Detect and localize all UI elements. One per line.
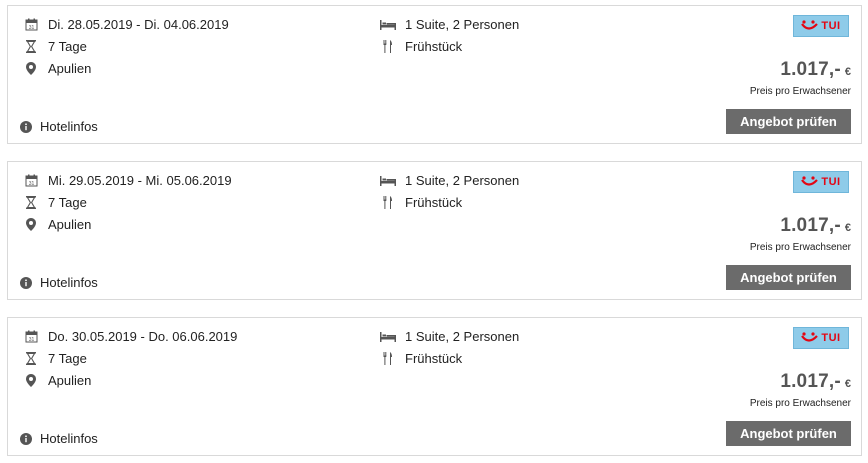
logo-text: TUI	[821, 176, 841, 188]
bed-icon	[380, 174, 396, 188]
svg-text:31: 31	[28, 181, 34, 187]
svg-text:31: 31	[28, 337, 34, 343]
price: 1.017,- €	[780, 215, 851, 237]
date-range: Do. 30.05.2019 - Do. 06.06.2019	[48, 329, 238, 344]
location-row: Apulien	[24, 217, 91, 232]
room: 1 Suite, 2 Personen	[405, 173, 520, 188]
svg-text:31: 31	[28, 25, 34, 31]
room-row: 1 Suite, 2 Personen	[380, 329, 519, 344]
cutlery-icon	[380, 40, 396, 54]
price-note: Preis pro Erwachsener	[749, 398, 851, 409]
hotelinfos-link[interactable]: Hotelinfos	[20, 431, 98, 446]
hotelinfos-link[interactable]: Hotelinfos	[20, 119, 98, 134]
calendar-icon: 31	[24, 18, 38, 32]
price-amount: 1.017,-	[780, 215, 841, 236]
location: Apulien	[48, 217, 92, 232]
map-pin-icon	[24, 218, 38, 232]
tui-logo: TUI	[793, 327, 849, 349]
hourglass-icon	[24, 352, 38, 366]
room: 1 Suite, 2 Personen	[405, 17, 520, 32]
duration-row: 7 Tage	[24, 351, 87, 366]
duration-row: 7 Tage	[24, 195, 87, 210]
bed-icon	[380, 18, 396, 32]
tui-logo: TUI	[793, 15, 849, 37]
date-range: Mi. 29.05.2019 - Mi. 05.06.2019	[48, 173, 232, 188]
duration-row: 7 Tage	[24, 39, 87, 54]
check-offer-button[interactable]: Angebot prüfen	[726, 109, 851, 134]
price-note: Preis pro Erwachsener	[749, 242, 851, 253]
duration: 7 Tage	[48, 351, 87, 366]
price-amount: 1.017,-	[780, 59, 841, 80]
price-note: Preis pro Erwachsener	[749, 86, 851, 97]
map-pin-icon	[24, 374, 38, 388]
price: 1.017,- €	[780, 59, 851, 81]
calendar-icon: 31	[24, 330, 38, 344]
hourglass-icon	[24, 40, 38, 54]
room: 1 Suite, 2 Personen	[405, 329, 520, 344]
location: Apulien	[48, 61, 92, 76]
location-row: Apulien	[24, 373, 91, 388]
board: Frühstück	[405, 195, 463, 210]
info-icon	[20, 120, 32, 133]
logo-text: TUI	[821, 20, 841, 32]
price-amount: 1.017,-	[780, 371, 841, 392]
hotelinfos-label: Hotelinfos	[40, 119, 98, 134]
check-offer-button[interactable]: Angebot prüfen	[726, 421, 851, 446]
tui-logo: TUI	[793, 171, 849, 193]
price-currency: €	[844, 378, 851, 390]
board-row: Frühstück	[380, 351, 462, 366]
price-currency: €	[844, 66, 851, 78]
date-range-row: 31 Di. 28.05.2019 - Di. 04.06.2019	[24, 17, 229, 32]
location-row: Apulien	[24, 61, 91, 76]
date-range-row: 31 Mi. 29.05.2019 - Mi. 05.06.2019	[24, 173, 232, 188]
bed-icon	[380, 330, 396, 344]
hourglass-icon	[24, 196, 38, 210]
offer-card: 31 Do. 30.05.2019 - Do. 06.06.2019 7 Tag…	[7, 317, 862, 456]
logo-text: TUI	[821, 332, 841, 344]
duration: 7 Tage	[48, 39, 87, 54]
check-offer-button[interactable]: Angebot prüfen	[726, 265, 851, 290]
hotelinfos-label: Hotelinfos	[40, 275, 98, 290]
duration: 7 Tage	[48, 195, 87, 210]
price-currency: €	[844, 222, 851, 234]
board: Frühstück	[405, 39, 463, 54]
board-row: Frühstück	[380, 195, 462, 210]
location: Apulien	[48, 373, 92, 388]
calendar-icon: 31	[24, 174, 38, 188]
info-icon	[20, 276, 32, 289]
date-range-row: 31 Do. 30.05.2019 - Do. 06.06.2019	[24, 329, 237, 344]
info-icon	[20, 432, 32, 445]
cutlery-icon	[380, 352, 396, 366]
hotelinfos-link[interactable]: Hotelinfos	[20, 275, 98, 290]
board-row: Frühstück	[380, 39, 462, 54]
price: 1.017,- €	[780, 371, 851, 393]
cutlery-icon	[380, 196, 396, 210]
room-row: 1 Suite, 2 Personen	[380, 17, 519, 32]
offer-card: 31 Di. 28.05.2019 - Di. 04.06.2019 7 Tag…	[7, 5, 862, 144]
date-range: Di. 28.05.2019 - Di. 04.06.2019	[48, 17, 229, 32]
hotelinfos-label: Hotelinfos	[40, 431, 98, 446]
map-pin-icon	[24, 62, 38, 76]
room-row: 1 Suite, 2 Personen	[380, 173, 519, 188]
board: Frühstück	[405, 351, 463, 366]
offer-card: 31 Mi. 29.05.2019 - Mi. 05.06.2019 7 Tag…	[7, 161, 862, 300]
